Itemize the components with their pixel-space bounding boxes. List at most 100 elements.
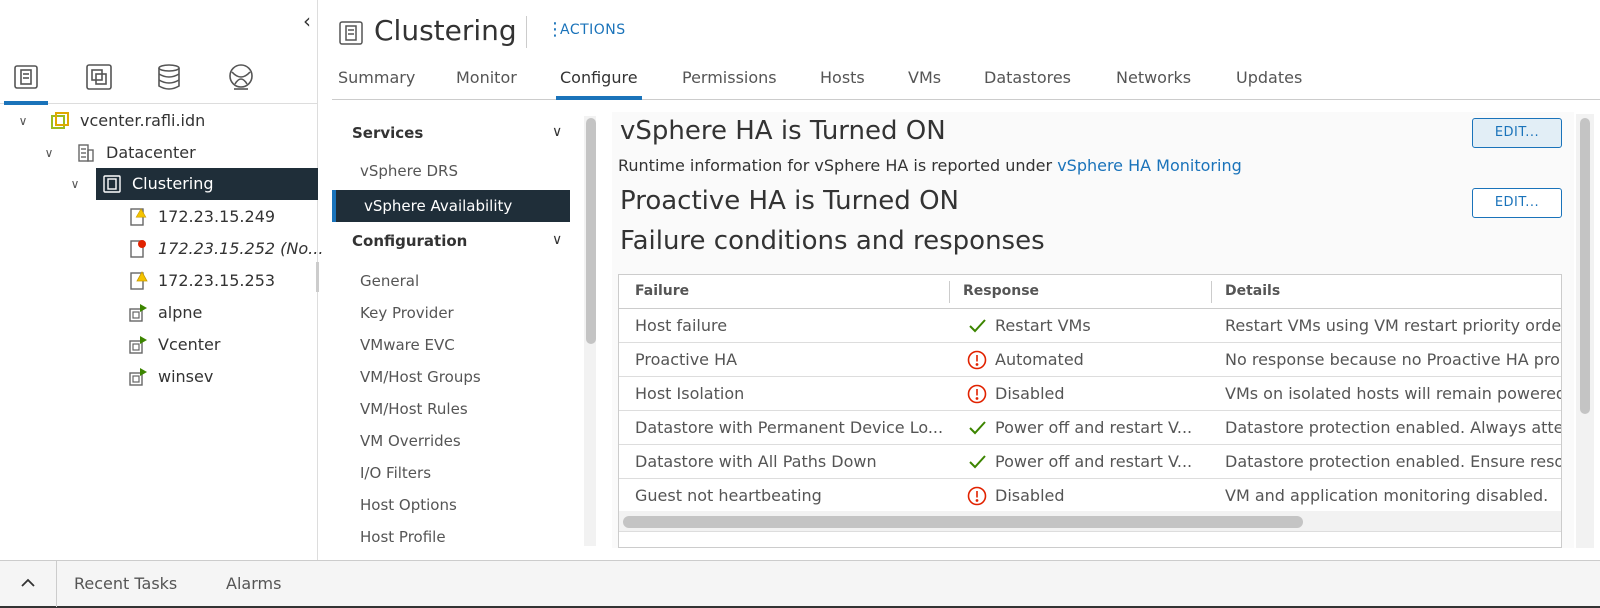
vsphere-availability-panel: vSphere HA is Turned ON EDIT... Runtime …	[612, 112, 1574, 548]
tree-item-vm[interactable]: alpne	[0, 300, 318, 326]
configuration-section-header[interactable]: Configuration	[352, 232, 467, 250]
table-row[interactable]: Host Isolation Disabled VMs on isolated …	[619, 377, 1562, 411]
networking-icon[interactable]	[218, 56, 262, 104]
tree-item-vcenter[interactable]: ∨ vcenter.rafli.idn	[0, 108, 318, 134]
vms-and-templates-icon[interactable]	[76, 56, 120, 104]
table-horizontal-scrollbar-thumb[interactable]	[623, 516, 1303, 528]
actions-label: ACTIONS	[560, 22, 626, 38]
tree-item-label: vcenter.rafli.idn	[80, 111, 206, 130]
storage-icon[interactable]	[146, 56, 190, 104]
column-header-response[interactable]: Response	[963, 283, 1039, 299]
chevron-up-icon[interactable]	[18, 571, 38, 595]
chevron-down-icon[interactable]: ∨	[552, 124, 562, 140]
subnav-item-host-profile[interactable]: Host Profile	[360, 528, 446, 546]
host-error-icon	[128, 239, 148, 259]
chevron-down-icon[interactable]: ∨	[68, 177, 82, 191]
tree-item-label: 172.23.15.253	[158, 271, 276, 290]
response-cell: Disabled	[995, 486, 1065, 505]
failure-responses-table: Failure Response Details Host failure Re…	[618, 274, 1562, 548]
failure-conditions-title: Failure conditions and responses	[620, 226, 1045, 256]
table-row[interactable]: Guest not heartbeating Disabled VM and a…	[619, 479, 1561, 513]
subnav-scrollbar-thumb[interactable]	[586, 118, 596, 344]
proactive-ha-title: Proactive HA is Turned ON	[620, 186, 959, 216]
tab-configure[interactable]: Configure	[556, 68, 642, 100]
tree-item-host[interactable]: 172.23.15.252 (No...	[0, 236, 323, 262]
runtime-info-label: Runtime information for vSphere HA is re…	[618, 156, 1058, 175]
ha-monitoring-link[interactable]: vSphere HA Monitoring	[1057, 156, 1242, 175]
host-warning-icon	[128, 271, 148, 291]
exclamation-circle-icon	[967, 486, 987, 506]
failure-cell: Host failure	[635, 316, 728, 335]
vcenter-icon	[50, 111, 70, 131]
response-cell: Automated	[995, 350, 1084, 369]
details-cell: Restart VMs using VM restart priority or…	[1225, 316, 1562, 335]
subnav-item-vm-host-groups[interactable]: VM/Host Groups	[360, 368, 481, 386]
tab-networks[interactable]: Networks	[1116, 68, 1191, 100]
subnav-item-vsphere-drs[interactable]: vSphere DRS	[360, 162, 458, 180]
tree-item-label: Datacenter	[106, 143, 196, 162]
column-header-details[interactable]: Details	[1225, 283, 1280, 299]
failure-cell: Datastore with All Paths Down	[635, 452, 877, 471]
hosts-and-clusters-icon[interactable]	[4, 56, 48, 105]
response-cell: Power off and restart V...	[995, 418, 1193, 437]
configure-subnav: Services ∨ vSphere DRS vSphere Availabil…	[332, 112, 582, 548]
details-cell: Datastore protection enabled. Always att…	[1225, 418, 1562, 437]
details-cell: No response because no Proactive HA pro	[1225, 350, 1560, 369]
tab-recent-tasks[interactable]: Recent Tasks	[74, 574, 177, 593]
exclamation-circle-icon	[967, 384, 987, 404]
failure-cell: Proactive HA	[635, 350, 738, 369]
tree-item-host[interactable]: 172.23.15.249	[0, 204, 318, 230]
tab-permissions[interactable]: Permissions	[682, 68, 777, 100]
subnav-item-vmware-evc[interactable]: VMware EVC	[360, 336, 455, 354]
column-header-failure[interactable]: Failure	[635, 283, 689, 299]
tree-item-label: winsev	[158, 367, 214, 386]
tab-summary[interactable]: Summary	[338, 68, 415, 100]
navigator-resize-handle[interactable]	[316, 262, 319, 292]
subnav-item-general[interactable]: General	[360, 272, 419, 290]
cluster-icon	[338, 20, 364, 50]
chevron-down-icon[interactable]: ∨	[16, 114, 30, 128]
tree-item-clustering[interactable]: ∨ Clustering	[0, 168, 318, 200]
details-cell: VMs on isolated hosts will remain powere…	[1225, 384, 1562, 403]
tab-vms[interactable]: VMs	[908, 68, 941, 100]
table-row[interactable]: Datastore with Permanent Device Lo... Po…	[619, 411, 1562, 445]
vm-running-icon	[128, 303, 148, 323]
tab-datastores[interactable]: Datastores	[984, 68, 1071, 100]
tab-hosts[interactable]: Hosts	[820, 68, 865, 100]
subnav-item-vsphere-availability[interactable]: vSphere Availability	[332, 190, 570, 222]
column-resize-handle[interactable]	[949, 281, 950, 303]
details-cell: VM and application monitoring disabled.	[1225, 486, 1549, 505]
response-cell: Restart VMs	[995, 316, 1091, 335]
subnav-item-vm-overrides[interactable]: VM Overrides	[360, 432, 461, 450]
edit-ha-button[interactable]: EDIT...	[1472, 118, 1562, 148]
cluster-icon	[102, 174, 122, 194]
tree-item-vm[interactable]: Vcenter	[0, 332, 318, 358]
tab-updates[interactable]: Updates	[1236, 68, 1302, 100]
object-tabs: Summary Monitor Configure Permissions Ho…	[332, 66, 1600, 100]
check-icon	[967, 452, 987, 472]
actions-menu-button[interactable]: ⋮ ACTIONS	[546, 21, 626, 39]
edit-proactive-ha-button[interactable]: EDIT...	[1472, 188, 1562, 218]
table-row[interactable]: Host failure Restart VMs Restart VMs usi…	[619, 309, 1562, 343]
navigator-view-tabs	[0, 56, 318, 105]
tree-item-vm[interactable]: winsev	[0, 364, 318, 390]
subnav-item-io-filters[interactable]: I/O Filters	[360, 464, 431, 482]
column-resize-handle[interactable]	[1211, 281, 1212, 303]
subnav-item-key-provider[interactable]: Key Provider	[360, 304, 454, 322]
tree-item-host[interactable]: 172.23.15.253	[0, 268, 318, 294]
inventory-navigator: ‹ ∨ vcenter.rafli.idn ∨ Datacenter ∨ Clu…	[0, 0, 323, 560]
subnav-item-host-options[interactable]: Host Options	[360, 496, 457, 514]
tab-monitor[interactable]: Monitor	[456, 68, 517, 100]
tab-alarms[interactable]: Alarms	[226, 574, 281, 593]
content-vertical-scrollbar-thumb[interactable]	[1580, 118, 1590, 414]
subnav-item-vm-host-rules[interactable]: VM/Host Rules	[360, 400, 468, 418]
collapse-navigator-button[interactable]: ‹	[298, 10, 316, 32]
chevron-down-icon[interactable]: ∨	[552, 232, 562, 248]
tree-item-datacenter[interactable]: ∨ Datacenter	[0, 140, 318, 166]
table-row[interactable]: Proactive HA Automated No response becau…	[619, 343, 1561, 377]
services-section-header[interactable]: Services	[352, 124, 423, 142]
table-header: Failure Response Details	[619, 275, 1561, 309]
failure-cell: Host Isolation	[635, 384, 745, 403]
chevron-down-icon[interactable]: ∨	[42, 146, 56, 160]
table-row[interactable]: Datastore with All Paths Down Power off …	[619, 445, 1561, 479]
